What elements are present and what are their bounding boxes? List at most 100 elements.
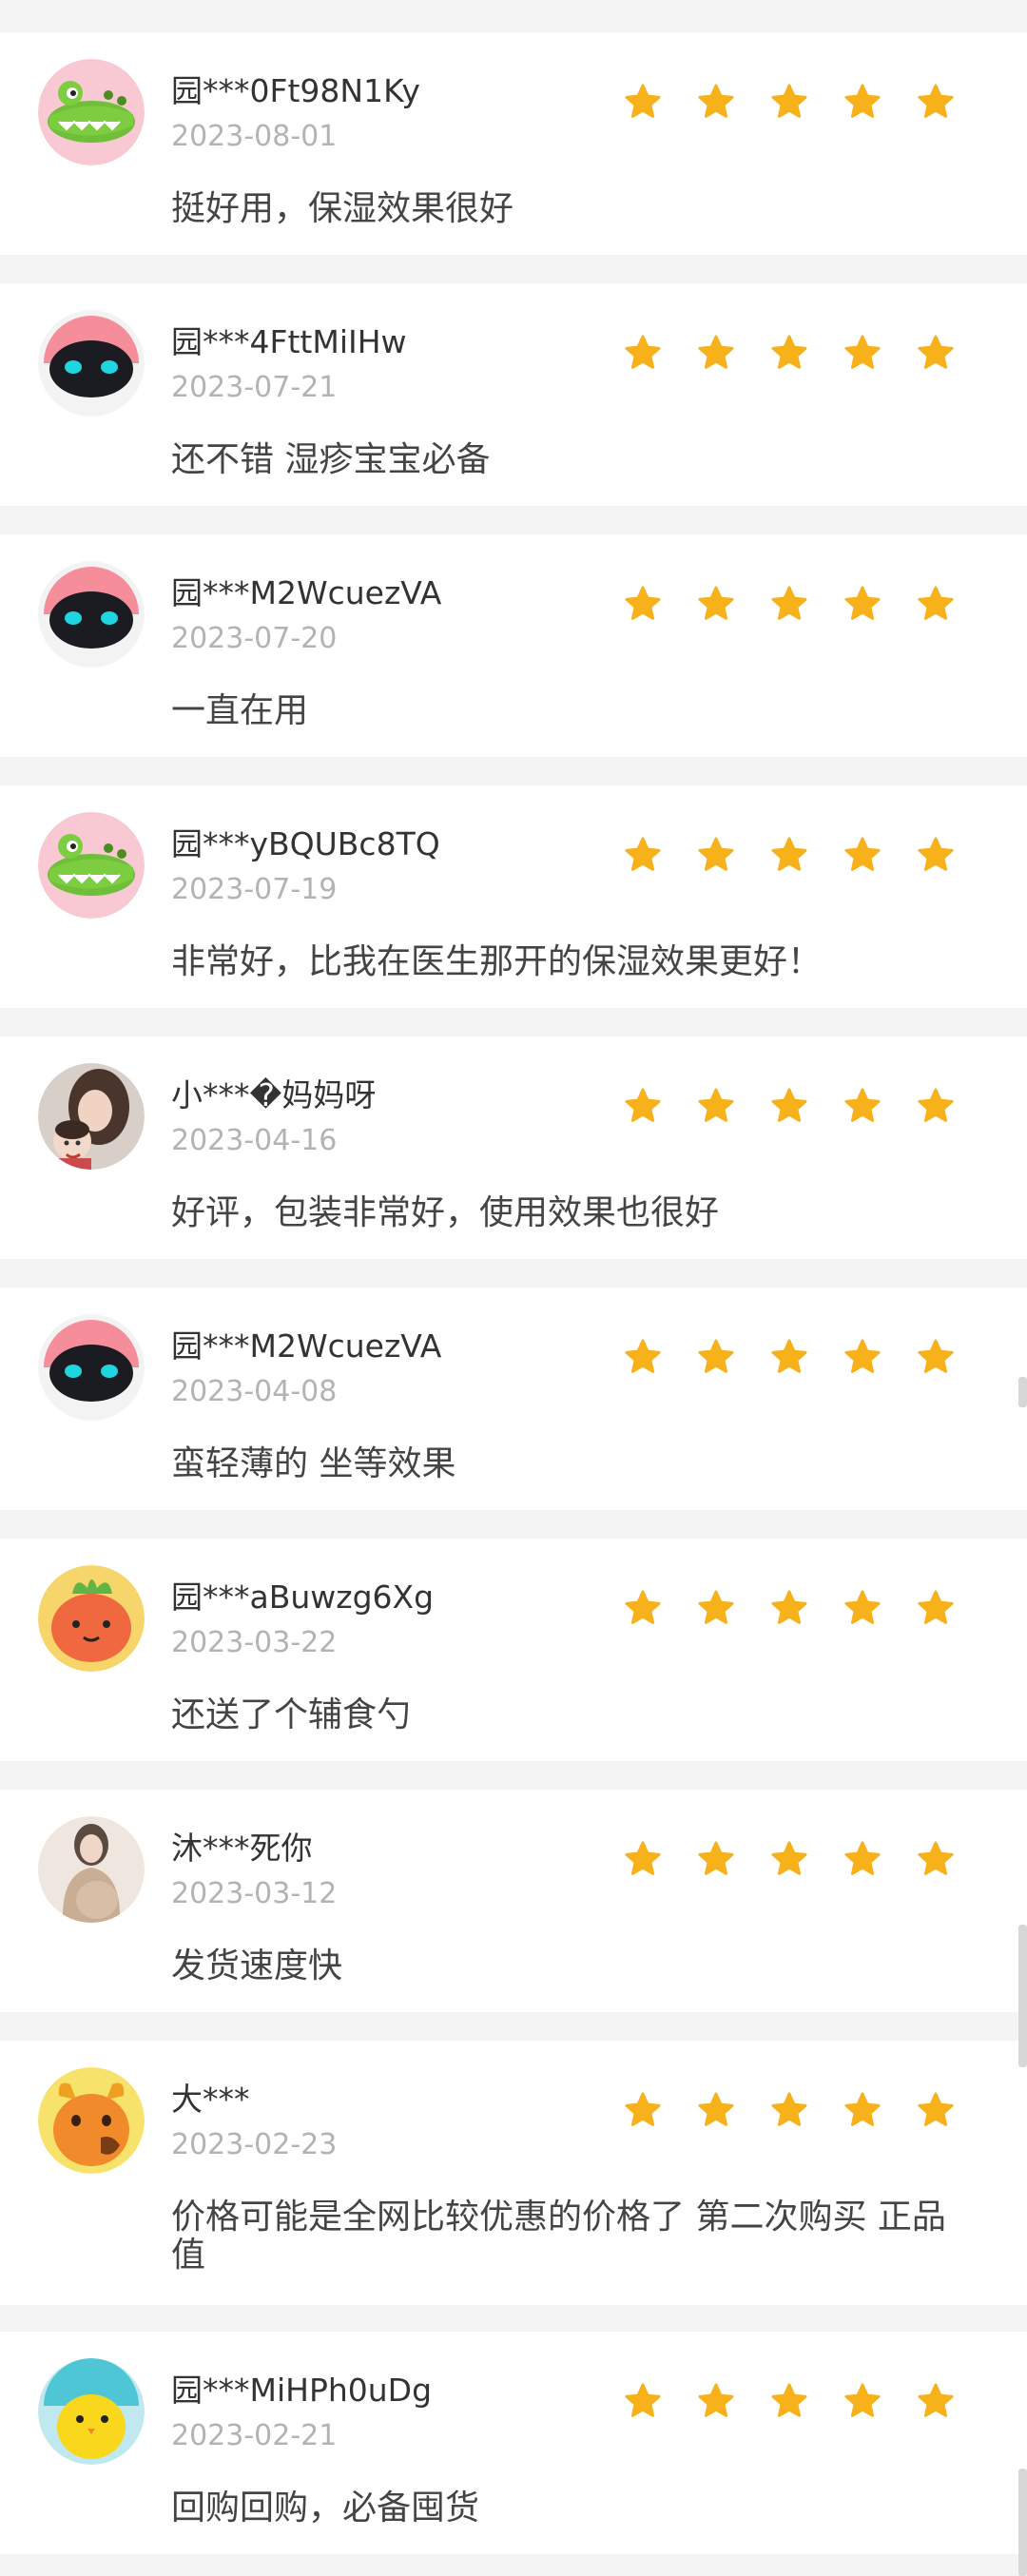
star-icon — [623, 333, 663, 373]
star-icon — [623, 2090, 663, 2130]
review-date: 2023-03-12 — [171, 1877, 338, 1910]
star-icon — [916, 333, 956, 373]
star-icon — [769, 2381, 809, 2421]
review-card[interactable]: 园***M2WcuezVA 2023-04-08 蛮轻薄的 坐等效果 — [0, 1288, 1027, 1510]
review-date: 2023-07-20 — [171, 622, 338, 655]
star-icon — [623, 584, 663, 624]
star-icon — [916, 2090, 956, 2130]
star-icon — [623, 1337, 663, 1377]
star-icon — [769, 333, 809, 373]
pregnant-woman-photo-avatar[interactable] — [38, 1816, 145, 1923]
star-icon — [696, 584, 736, 624]
review-card[interactable]: 园***aBuwzg6Xg 2023-03-22 还送了个辅食勺 — [0, 1539, 1027, 1761]
crocodile-avatar[interactable] — [38, 812, 145, 919]
review-card[interactable]: 园***yBQUBc8TQ 2023-07-19 非常好，比我在医生那开的保湿效果更… — [0, 785, 1027, 1008]
review-text: 回购回购，必备囤货 — [171, 2489, 480, 2528]
star-icon — [916, 584, 956, 624]
star-icon — [769, 1588, 809, 1628]
carrot-avatar[interactable] — [38, 1565, 145, 1672]
crocodile-avatar[interactable] — [38, 59, 145, 165]
star-icon — [696, 333, 736, 373]
reviewer-name: 园***M2WcuezVA — [171, 1327, 442, 1365]
review-text: 挺好用，保湿效果很好 — [171, 189, 514, 228]
scrollbar-thumb[interactable] — [1018, 1925, 1027, 2067]
star-rating — [623, 1086, 965, 1126]
star-icon — [843, 1337, 882, 1377]
star-icon — [769, 1337, 809, 1377]
star-icon — [623, 1839, 663, 1879]
robot-avatar[interactable] — [38, 561, 145, 668]
star-icon — [623, 835, 663, 875]
star-rating — [623, 584, 965, 624]
star-icon — [843, 2381, 882, 2421]
review-text: 非常好，比我在医生那开的保湿效果更好！ — [171, 942, 823, 981]
review-card[interactable]: 沐***死你 2023-03-12 发货速度快 — [0, 1790, 1027, 2012]
chick-avatar[interactable] — [38, 2358, 145, 2465]
review-date: 2023-04-16 — [171, 1124, 338, 1157]
review-card[interactable]: 园***0Ft98N1Ky 2023-08-01 挺好用，保湿效果很好 — [0, 32, 1027, 255]
star-icon — [623, 1588, 663, 1628]
robot-avatar[interactable] — [38, 310, 145, 416]
star-icon — [769, 82, 809, 122]
star-icon — [696, 1086, 736, 1126]
star-icon — [843, 1588, 882, 1628]
review-date: 2023-08-01 — [171, 120, 338, 153]
review-text: 蛮轻薄的 坐等效果 — [171, 1444, 456, 1483]
review-text: 好评，包装非常好，使用效果也很好 — [171, 1193, 720, 1232]
review-card[interactable]: 小***�妈妈呀 2023-04-16 好评，包装非常好，使用效果也很好 — [0, 1036, 1027, 1259]
review-date: 2023-04-08 — [171, 1375, 338, 1408]
mother-child-photo-avatar[interactable] — [38, 1063, 145, 1170]
star-rating — [623, 2381, 965, 2421]
scrollbar-thumb[interactable] — [1018, 2469, 1027, 2576]
star-icon — [916, 82, 956, 122]
star-icon — [769, 2090, 809, 2130]
star-rating — [623, 1588, 965, 1628]
review-text: 价格可能是全网比较优惠的价格了 第二次购买 正品 值 — [171, 2198, 946, 2275]
star-icon — [916, 2381, 956, 2421]
review-card[interactable]: 大*** 2023-02-23 价格可能是全网比较优惠的价格了 第二次购买 正品 值 — [0, 2041, 1027, 2305]
star-icon — [843, 835, 882, 875]
star-icon — [843, 82, 882, 122]
star-icon — [696, 1588, 736, 1628]
star-icon — [623, 1086, 663, 1126]
star-rating — [623, 835, 965, 875]
ox-avatar[interactable] — [38, 2067, 145, 2174]
star-icon — [696, 82, 736, 122]
star-icon — [916, 1337, 956, 1377]
star-icon — [696, 835, 736, 875]
robot-avatar[interactable] — [38, 1314, 145, 1421]
review-date: 2023-07-21 — [171, 371, 338, 404]
scrollbar-thumb[interactable] — [1018, 1377, 1027, 1407]
star-icon — [916, 1086, 956, 1126]
star-rating — [623, 333, 965, 373]
star-rating — [623, 2090, 965, 2130]
review-text: 还送了个辅食勺 — [171, 1695, 412, 1734]
review-date: 2023-03-22 — [171, 1626, 338, 1659]
star-rating — [623, 1337, 965, 1377]
star-icon — [843, 584, 882, 624]
reviewer-name: 小***�妈妈呀 — [171, 1076, 377, 1114]
review-date: 2023-02-23 — [171, 2128, 338, 2161]
review-date: 2023-07-19 — [171, 873, 338, 906]
star-icon — [696, 1839, 736, 1879]
star-icon — [696, 2090, 736, 2130]
star-icon — [696, 1337, 736, 1377]
reviewer-name: 沐***死你 — [171, 1830, 313, 1867]
star-icon — [623, 2381, 663, 2421]
star-icon — [843, 1086, 882, 1126]
reviewer-name: 园***aBuwzg6Xg — [171, 1579, 435, 1616]
reviewer-name: 园***0Ft98N1Ky — [171, 72, 420, 109]
star-icon — [916, 1839, 956, 1879]
review-card[interactable]: 园***4FttMiIHw 2023-07-21 还不错 湿疹宝宝必备 — [0, 283, 1027, 506]
review-text: 一直在用 — [171, 691, 309, 730]
review-date: 2023-02-21 — [171, 2419, 338, 2452]
star-icon — [843, 2090, 882, 2130]
review-text: 还不错 湿疹宝宝必备 — [171, 440, 491, 479]
star-icon — [769, 1839, 809, 1879]
reviewer-name: 园***MiHPh0uDg — [171, 2372, 433, 2409]
review-card[interactable]: 园***M2WcuezVA 2023-07-20 一直在用 — [0, 534, 1027, 757]
star-icon — [843, 1839, 882, 1879]
reviewer-name: 园***4FttMiIHw — [171, 323, 407, 360]
review-card[interactable]: 园***MiHPh0uDg 2023-02-21 回购回购，必备囤货 — [0, 2332, 1027, 2554]
star-rating — [623, 82, 965, 122]
